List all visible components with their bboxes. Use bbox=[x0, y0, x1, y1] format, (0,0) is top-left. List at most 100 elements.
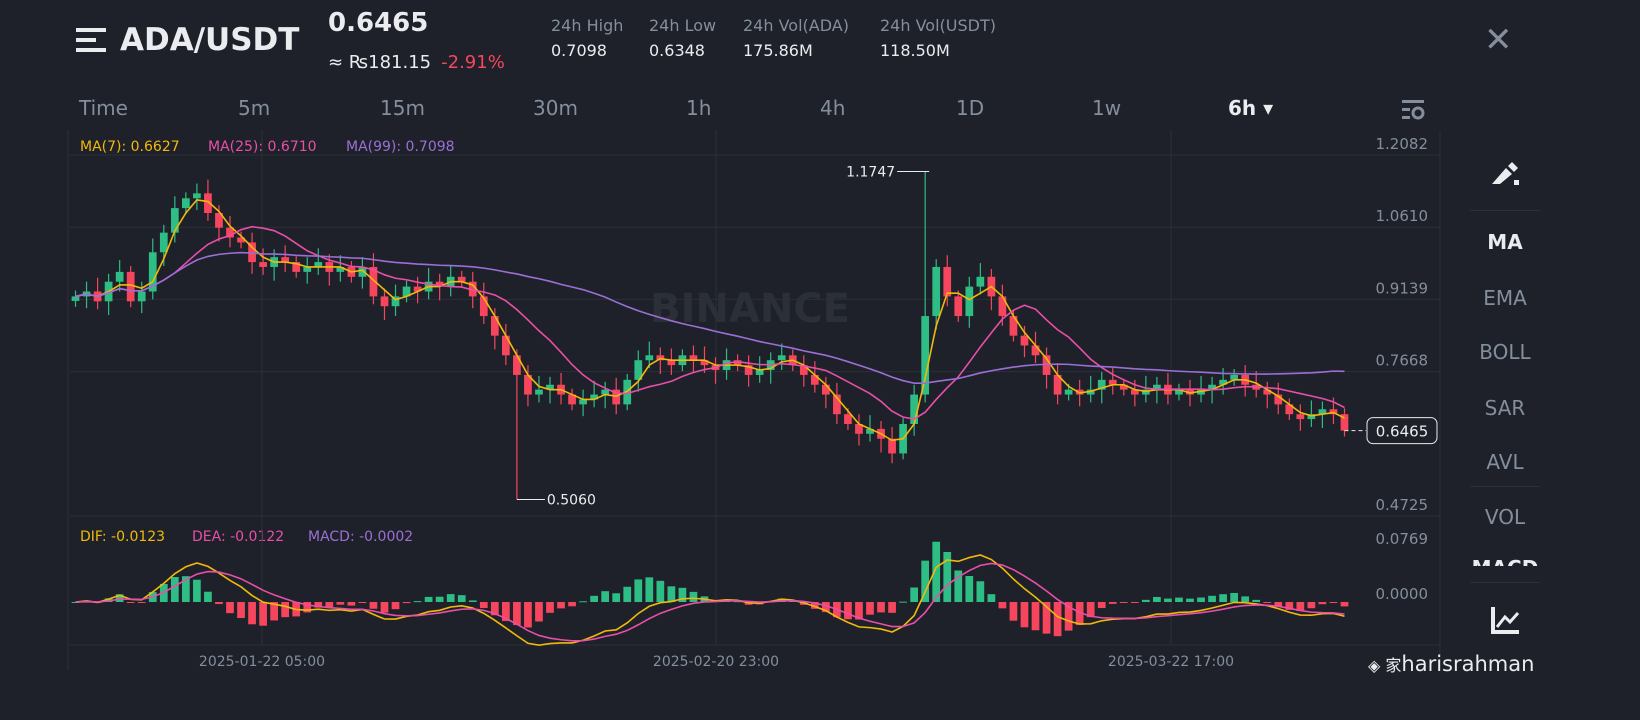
macd-bar bbox=[590, 595, 598, 602]
macd-bar bbox=[468, 600, 477, 602]
close-icon[interactable]: ✕ bbox=[1484, 20, 1513, 60]
macd-bar bbox=[1153, 596, 1161, 602]
candle-body bbox=[502, 335, 510, 356]
macd-bar bbox=[446, 594, 455, 602]
indicator-macd[interactable]: MACD bbox=[1470, 556, 1540, 566]
macd-tick: 0.0000 bbox=[1376, 585, 1429, 603]
macd-bar bbox=[1031, 602, 1040, 631]
macd-bar bbox=[844, 602, 852, 620]
macd-bar bbox=[1164, 598, 1172, 602]
macd-bar bbox=[204, 591, 212, 602]
macd-bar bbox=[623, 586, 632, 602]
macd-bar bbox=[1020, 602, 1029, 628]
macd-bar bbox=[976, 581, 985, 602]
candle-body bbox=[115, 271, 124, 282]
indicator-ma[interactable]: MA bbox=[1470, 230, 1540, 254]
chart-type-icon[interactable] bbox=[1490, 605, 1522, 635]
macd-bar bbox=[380, 602, 389, 613]
macd-bar bbox=[1208, 595, 1216, 602]
macd-bar bbox=[645, 577, 654, 602]
macd-bar bbox=[546, 602, 554, 613]
candle-body bbox=[259, 262, 267, 267]
candle-body bbox=[965, 286, 974, 317]
macd-bar bbox=[656, 580, 665, 602]
macd-bar bbox=[1009, 602, 1018, 621]
candle-body bbox=[976, 276, 985, 287]
max-price-label: 1.1747 bbox=[846, 164, 895, 180]
macd-bar bbox=[1252, 599, 1261, 602]
divider bbox=[1470, 210, 1540, 211]
macd-bar bbox=[899, 601, 907, 603]
macd-bar bbox=[336, 602, 345, 605]
macd-tick: 0.0769 bbox=[1376, 530, 1429, 548]
macd-bar bbox=[358, 602, 367, 603]
macd-bar bbox=[524, 602, 532, 628]
macd-bar bbox=[126, 602, 135, 603]
price-tick: 1.0610 bbox=[1376, 207, 1429, 225]
divider bbox=[1470, 582, 1540, 583]
macd-bar bbox=[866, 602, 874, 615]
candle-body bbox=[998, 296, 1007, 317]
candle-body bbox=[159, 232, 168, 253]
macd-bar bbox=[1197, 597, 1205, 602]
macd-bar bbox=[568, 602, 576, 607]
macd-bar bbox=[137, 602, 146, 603]
price-tick: 0.7668 bbox=[1376, 352, 1429, 370]
candle-body bbox=[170, 208, 179, 233]
indicator-vol[interactable]: VOL bbox=[1470, 505, 1540, 529]
macd-bar bbox=[965, 575, 974, 602]
macd-bar bbox=[1175, 597, 1183, 602]
macd-bar bbox=[1329, 602, 1338, 604]
macd-bar bbox=[347, 602, 356, 606]
macd-bar bbox=[215, 602, 223, 605]
macd-bar bbox=[910, 587, 918, 602]
candle-body bbox=[777, 355, 786, 361]
time-tick: 2025-01-22 05:00 bbox=[199, 654, 325, 670]
macd-bar bbox=[888, 602, 896, 613]
macd-bar bbox=[1318, 602, 1327, 605]
candle-body bbox=[513, 355, 521, 375]
candle-body bbox=[844, 414, 852, 424]
macd-bar bbox=[1119, 602, 1128, 603]
candle-body bbox=[193, 193, 201, 199]
macd-bar bbox=[1108, 602, 1117, 604]
candle-body bbox=[822, 384, 830, 395]
macd-bar bbox=[170, 577, 179, 602]
candle-body bbox=[645, 355, 654, 361]
macd-bar bbox=[281, 602, 290, 618]
candle-body bbox=[1031, 345, 1040, 356]
candle-body bbox=[943, 266, 952, 297]
macd-bar bbox=[1130, 602, 1139, 603]
indicator-sar[interactable]: SAR bbox=[1470, 396, 1540, 420]
macd-bar bbox=[226, 602, 234, 614]
macd-bar bbox=[402, 602, 411, 604]
macd-bar bbox=[369, 602, 378, 609]
macd-bar bbox=[424, 596, 433, 602]
candle-body bbox=[535, 389, 543, 395]
macd-bar bbox=[1263, 602, 1272, 603]
indicator-avl[interactable]: AVL bbox=[1470, 450, 1540, 474]
macd-bar bbox=[513, 602, 521, 626]
candle-body bbox=[1296, 414, 1305, 420]
macd-bar bbox=[259, 602, 267, 626]
macd-bar bbox=[325, 602, 334, 608]
macd-bar bbox=[1241, 596, 1250, 602]
macd-bar bbox=[1219, 594, 1227, 602]
candlestick-chart[interactable]: BINANCE 1.2082 1.0610 0.9139 0.7668 0.4725 20… bbox=[0, 0, 1460, 690]
time-tick: 2025-03-22 17:00 bbox=[1108, 654, 1234, 670]
candle-body bbox=[380, 296, 389, 307]
indicator-ema[interactable]: EMA bbox=[1470, 286, 1540, 310]
draw-tool-icon[interactable] bbox=[1490, 158, 1522, 188]
macd-bar bbox=[193, 579, 201, 602]
last-price-tag: 0.6465 bbox=[1376, 423, 1429, 441]
credit-watermark: ◈ 家harisrahman bbox=[1368, 652, 1535, 676]
macd-bar bbox=[612, 593, 621, 602]
price-tick: 1.2082 bbox=[1376, 135, 1429, 153]
macd-bar bbox=[1142, 599, 1150, 602]
candle-body bbox=[1020, 335, 1029, 346]
macd-bar bbox=[1230, 592, 1238, 602]
macd-bar bbox=[987, 594, 996, 602]
price-tick: 0.4725 bbox=[1376, 496, 1429, 514]
indicator-boll[interactable]: BOLL bbox=[1470, 340, 1540, 364]
macd-bar bbox=[391, 602, 400, 610]
